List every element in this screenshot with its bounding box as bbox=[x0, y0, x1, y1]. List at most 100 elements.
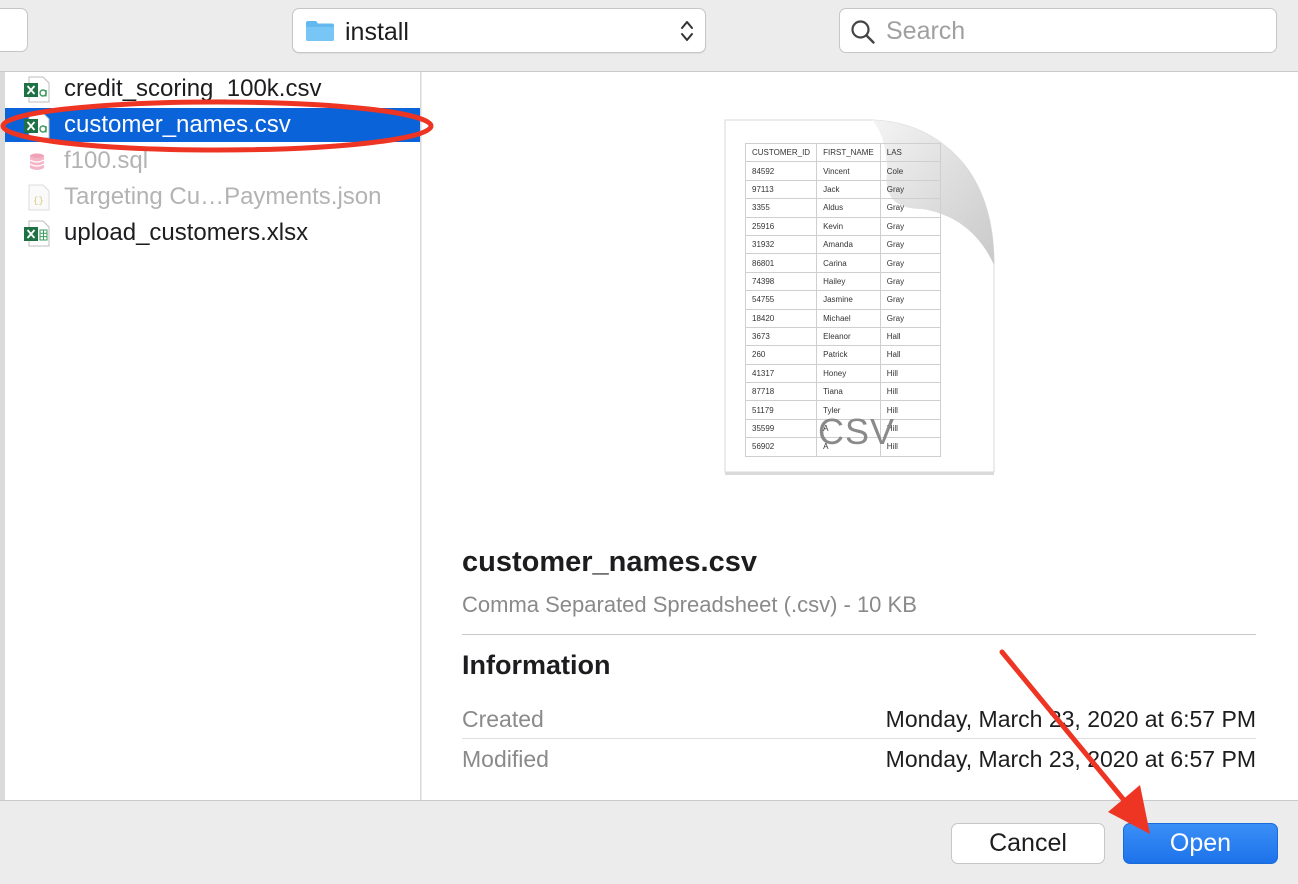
thumbnail-cell: Tiana bbox=[816, 382, 881, 402]
thumbnail-cell: Honey bbox=[816, 363, 881, 384]
location-popup[interactable]: install bbox=[292, 8, 706, 53]
thumbnail-cell: Carina bbox=[816, 253, 881, 273]
thumbnail-cell: Michael bbox=[816, 308, 881, 328]
file-row-disabled: {} Targeting Cu…Payments.json bbox=[5, 180, 420, 214]
dialog-footer: Cancel Open bbox=[0, 800, 1298, 884]
cancel-button[interactable]: Cancel bbox=[951, 823, 1105, 864]
thumbnail-cell: Gray bbox=[879, 234, 941, 255]
thumbnail-row: 260 Patrick Hall bbox=[744, 345, 941, 365]
thumbnail-cell: Vincent bbox=[816, 161, 881, 181]
file-list: credit_scoring_100k.csv customer_names.c… bbox=[5, 72, 421, 800]
thumbnail-header: LAS bbox=[879, 142, 941, 163]
file-row-disabled: f100.sql bbox=[5, 144, 420, 178]
search-field[interactable] bbox=[839, 8, 1277, 53]
thumbnail-cell: 74398 bbox=[744, 271, 818, 292]
chevron-updown-icon bbox=[681, 21, 693, 41]
thumbnail-cell: 3355 bbox=[744, 198, 818, 218]
search-input[interactable] bbox=[886, 15, 1266, 47]
thumbnail-cell: Amanda bbox=[816, 234, 881, 255]
file-thumbnail: CUSTOMER_ID FIRST_NAME LAS 84592 Vincent C… bbox=[722, 117, 1002, 477]
thumbnail-cell: Kevin bbox=[816, 216, 881, 236]
file-row-selected[interactable]: customer_names.csv bbox=[5, 108, 420, 142]
thumbnail-cell: Hailey bbox=[816, 271, 881, 292]
preview-file-kind: Comma Separated Spreadsheet (.csv) - 10 … bbox=[462, 592, 917, 617]
thumbnail-cell: 51179 bbox=[744, 400, 818, 420]
file-row[interactable]: upload_customers.xlsx bbox=[5, 216, 420, 250]
thumbnail-row: 31932 Amanda Gray bbox=[744, 234, 941, 255]
thumbnail-cell: Jack bbox=[816, 179, 881, 200]
preview-pane: CUSTOMER_ID FIRST_NAME LAS 84592 Vincent C… bbox=[422, 72, 1298, 800]
thumbnail-cell: Cole bbox=[879, 161, 941, 181]
file-name: customer_names.csv bbox=[64, 111, 291, 138]
thumbnail-cell: Gray bbox=[879, 290, 941, 310]
info-label: Created bbox=[462, 706, 544, 732]
info-value: Monday, March 23, 2020 at 6:57 PM bbox=[885, 746, 1256, 772]
thumbnail-cell: Patrick bbox=[816, 345, 881, 365]
info-label: Modified bbox=[462, 746, 549, 772]
preview-file-name: customer_names.csv bbox=[462, 546, 757, 578]
thumbnail-cell: 18420 bbox=[744, 308, 818, 328]
thumbnail-cell: Gray bbox=[879, 271, 941, 292]
folder-icon bbox=[306, 21, 334, 41]
thumbnail-cell: Gray bbox=[879, 253, 941, 273]
thumbnail-header: CUSTOMER_ID bbox=[744, 142, 818, 163]
thumbnail-cell: Hill bbox=[879, 363, 941, 384]
thumbnail-cell: 87718 bbox=[744, 382, 818, 402]
thumbnail-cell: 54755 bbox=[744, 290, 818, 310]
thumbnail-cell: Hill bbox=[879, 382, 941, 402]
thumbnail-cell: 260 bbox=[744, 345, 818, 365]
info-value: Monday, March 23, 2020 at 6:57 PM bbox=[885, 706, 1256, 732]
thumbnail-row: 87718 Tiana Hill bbox=[744, 382, 941, 402]
open-button[interactable]: Open bbox=[1123, 823, 1278, 864]
xlsx-file-icon bbox=[24, 220, 50, 247]
thumbnail-row: 3355 Aldus Gray bbox=[744, 198, 941, 218]
thumbnail-row: 97113 Jack Gray bbox=[744, 179, 941, 200]
thumbnail-cell: 31932 bbox=[744, 234, 818, 255]
thumbnail-row: 25916 Kevin Gray bbox=[744, 216, 941, 236]
location-label: install bbox=[345, 18, 409, 46]
thumbnail-cell: Hall bbox=[879, 345, 941, 365]
thumbnail-badge: CSV bbox=[818, 411, 896, 452]
file-name: Targeting Cu…Payments.json bbox=[64, 183, 382, 210]
search-icon bbox=[851, 20, 875, 44]
thumbnail-row: 74398 Hailey Gray bbox=[744, 271, 941, 292]
divider bbox=[462, 634, 1256, 635]
thumbnail-cell: Gray bbox=[879, 216, 941, 236]
thumbnail-row: 3673 Eleanor Hall bbox=[744, 326, 941, 347]
toolbar: install bbox=[0, 0, 1298, 72]
information-heading: Information bbox=[462, 650, 611, 680]
back-button[interactable] bbox=[0, 8, 28, 52]
thumbnail-cell: 41317 bbox=[744, 363, 818, 384]
sql-file-icon bbox=[29, 153, 45, 170]
thumbnail-cell: Hall bbox=[879, 326, 941, 347]
thumbnail-cell: Aldus bbox=[816, 198, 881, 218]
thumbnail-row: 86801 Carina Gray bbox=[744, 253, 941, 273]
thumbnail-cell: 97113 bbox=[744, 179, 818, 200]
csv-file-icon bbox=[24, 76, 50, 103]
thumbnail-cell: Gray bbox=[879, 308, 941, 328]
thumbnail-cell: 35599 bbox=[744, 418, 818, 439]
thumbnail-row: 18420 Michael Gray bbox=[744, 308, 941, 328]
thumbnail-row: 54755 Jasmine Gray bbox=[744, 290, 941, 310]
file-name: f100.sql bbox=[64, 147, 149, 174]
thumbnail-cell: 3673 bbox=[744, 326, 818, 347]
thumbnail-cell: 86801 bbox=[744, 253, 818, 273]
thumbnail-cell: 56902 bbox=[744, 437, 818, 457]
thumbnail-cell: Gray bbox=[879, 179, 941, 200]
svg-text:{}: {} bbox=[33, 196, 44, 206]
file-row[interactable]: credit_scoring_100k.csv bbox=[5, 72, 420, 106]
file-name: credit_scoring_100k.csv bbox=[64, 75, 322, 102]
file-name: upload_customers.xlsx bbox=[64, 219, 309, 246]
thumbnail-cell: Jasmine bbox=[816, 290, 881, 310]
thumbnail-table: CUSTOMER_ID FIRST_NAME LAS 84592 Vincent C… bbox=[744, 142, 941, 457]
csv-file-icon bbox=[24, 112, 50, 139]
thumbnail-header: FIRST_NAME bbox=[816, 142, 881, 163]
thumbnail-cell: Gray bbox=[879, 198, 941, 218]
thumbnail-cell: 84592 bbox=[744, 161, 818, 181]
thumbnail-row: 41317 Honey Hill bbox=[744, 363, 941, 384]
thumbnail-row: 84592 Vincent Cole bbox=[744, 161, 941, 181]
thumbnail-cell: Eleanor bbox=[816, 326, 881, 347]
thumbnail-cell: 25916 bbox=[744, 216, 818, 236]
divider bbox=[462, 738, 1256, 739]
json-file-icon: {} bbox=[28, 184, 50, 211]
